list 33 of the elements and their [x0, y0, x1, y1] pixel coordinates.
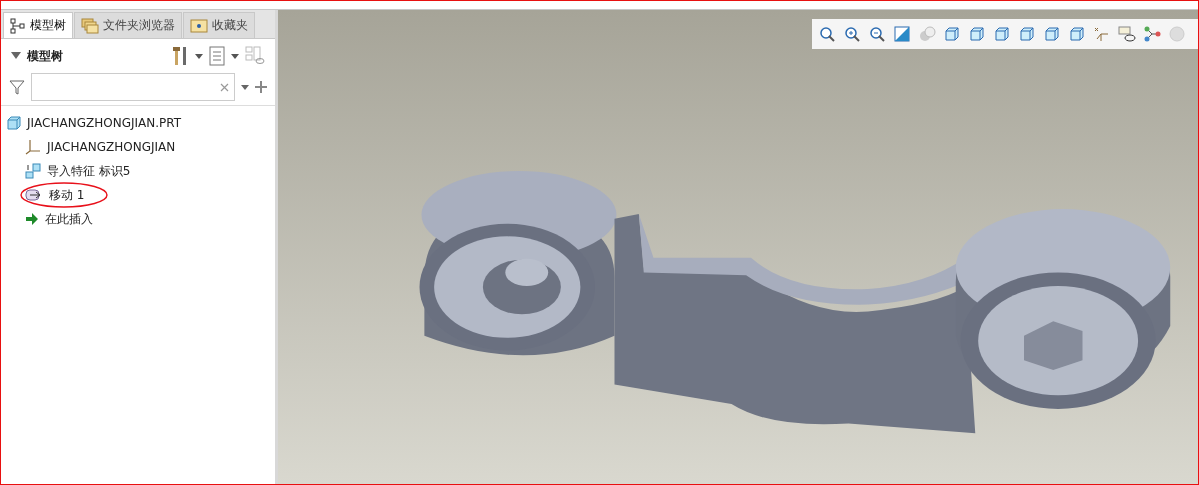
- tree-item[interactable]: 导入特征 标识5: [47, 162, 131, 180]
- datum-display-icon[interactable]: [1093, 25, 1111, 43]
- import-feature-icon: [25, 163, 41, 179]
- zoom-out-icon[interactable]: [868, 25, 886, 43]
- zoom-fit-icon[interactable]: [818, 25, 836, 43]
- part-cube-icon: [7, 116, 21, 130]
- dropdown-caret-icon[interactable]: [241, 84, 249, 90]
- tree-item[interactable]: JIACHANGZHONGJIAN.PRT: [27, 116, 182, 130]
- folders-icon: [81, 17, 99, 34]
- dropdown-caret-icon[interactable]: [231, 53, 239, 59]
- panel-tab[interactable]: 收藏夹: [183, 12, 255, 38]
- insert-arrow-icon: [25, 212, 39, 226]
- tree-item[interactable]: JIACHANGZHONGJIAN: [47, 140, 176, 154]
- graphics-viewport[interactable]: [278, 10, 1198, 484]
- panel-tab[interactable]: 模型树: [3, 12, 73, 38]
- tools-icon[interactable]: [171, 45, 189, 67]
- favorites-folder-icon: [190, 17, 208, 34]
- clear-icon[interactable]: [220, 82, 229, 92]
- add-icon[interactable]: [255, 81, 267, 93]
- repaint-icon[interactable]: [893, 25, 911, 43]
- panel-tab[interactable]: 文件夹浏览器: [74, 12, 182, 38]
- panel-title: 模型树: [27, 47, 63, 65]
- cube-icon[interactable]: [943, 25, 961, 43]
- filter-icon[interactable]: [9, 79, 25, 95]
- collapse-caret-icon[interactable]: [11, 52, 21, 60]
- tree-item[interactable]: 在此插入: [45, 210, 93, 228]
- coordinate-system-icon: [25, 139, 41, 155]
- nodes-icon[interactable]: [1143, 25, 1161, 43]
- zoom-in-icon[interactable]: [843, 25, 861, 43]
- tree-icon: [10, 17, 26, 34]
- search-field[interactable]: [31, 73, 235, 101]
- move-feature-icon: [25, 188, 43, 202]
- dropdown-caret-icon[interactable]: [195, 53, 203, 59]
